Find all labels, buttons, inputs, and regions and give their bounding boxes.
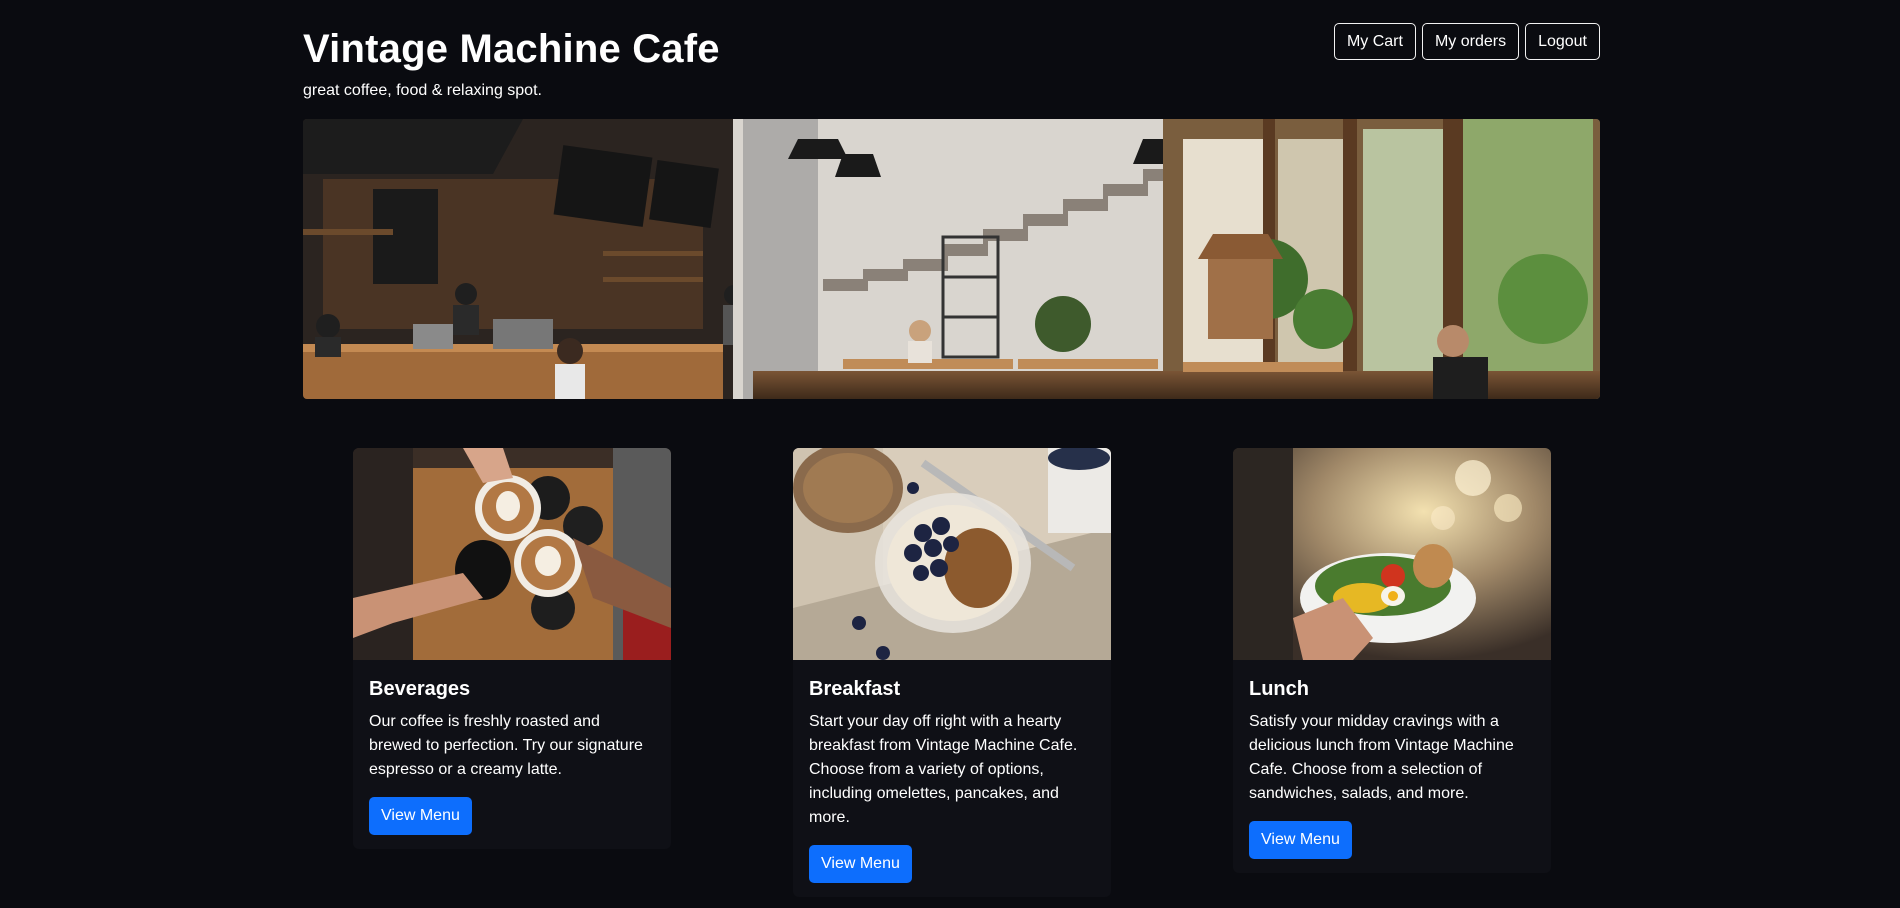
- site-tagline: great coffee, food & relaxing spot.: [303, 82, 542, 99]
- card-text: Satisfy your midday cravings with a deli…: [1249, 713, 1514, 802]
- header-nav: My Cart My orders Logout: [1333, 23, 1600, 60]
- logout-button[interactable]: Logout: [1525, 23, 1600, 60]
- view-menu-button-lunch[interactable]: View Menu: [1249, 821, 1352, 859]
- my-cart-button[interactable]: My Cart: [1333, 23, 1416, 60]
- card-text: Start your day off right with a hearty b…: [809, 713, 1078, 826]
- category-card-breakfast: Breakfast Start your day off right with …: [793, 448, 1111, 897]
- card-text: Our coffee is freshly roasted and brewed…: [369, 713, 643, 778]
- view-menu-button-breakfast[interactable]: View Menu: [809, 845, 912, 883]
- category-card-beverages: Beverages Our coffee is freshly roasted …: [353, 448, 671, 849]
- category-card-lunch: Lunch Satisfy your midday cravings with …: [1233, 448, 1551, 873]
- breakfast-image: [793, 448, 1111, 660]
- card-title: Breakfast: [809, 678, 901, 700]
- site-title: Vintage Machine Cafe: [303, 27, 720, 71]
- card-title: Lunch: [1249, 678, 1309, 700]
- my-orders-button[interactable]: My orders: [1421, 23, 1520, 60]
- hero-banner-image: [303, 119, 1600, 399]
- beverages-image: [353, 448, 671, 660]
- lunch-image: [1233, 448, 1551, 660]
- view-menu-button-beverages[interactable]: View Menu: [369, 797, 472, 835]
- card-title: Beverages: [369, 678, 471, 700]
